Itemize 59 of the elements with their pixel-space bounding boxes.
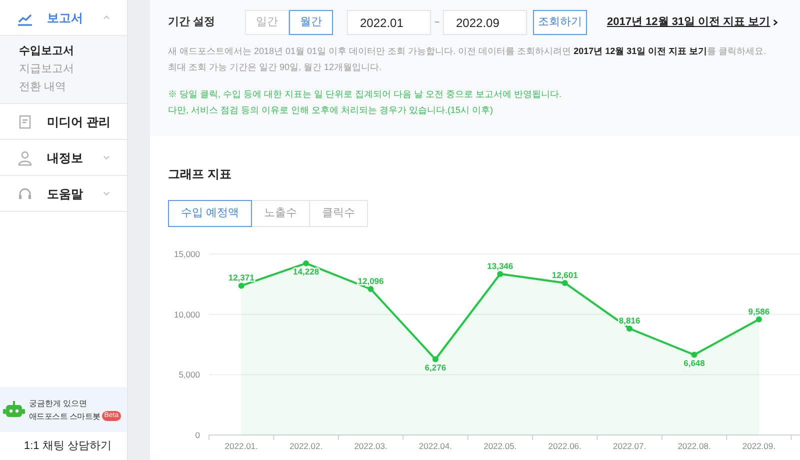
data-label: 12,601 (552, 270, 578, 280)
axis-label: 2022.04. (418, 441, 452, 451)
chevron-icon (103, 15, 110, 20)
sidebar-menu-item[interactable]: 미디어 관리 (0, 104, 127, 140)
start-date-field[interactable]: 2022.01 (347, 10, 431, 35)
data-label: 6,276 (424, 362, 446, 372)
data-point (562, 280, 568, 286)
data-label: 9,586 (748, 306, 770, 316)
person-icon (17, 150, 33, 166)
chevron-right-icon (773, 19, 778, 26)
section-title: 그래프 지표 (168, 167, 232, 182)
axis-label: 2022.07. (613, 441, 646, 451)
data-label: 13,346 (487, 260, 514, 271)
axis-label: 2022.01. (224, 441, 258, 451)
data-point (238, 282, 244, 289)
data-point (432, 356, 438, 362)
headset-icon (17, 186, 33, 202)
chart-tab[interactable]: 수입 예정액 (168, 200, 252, 227)
axis-label: 2022.02. (290, 441, 323, 451)
data-point (303, 260, 310, 266)
chat-button[interactable]: 1:1 채팅 상담하기 (0, 432, 127, 460)
data-label: 8,816 (618, 316, 640, 326)
data-point (368, 286, 374, 292)
data-label: 12,371 (228, 272, 254, 283)
notice-text: 다만, 서비스 점검 등의 이유로 인해 오후에 처리되는 경우가 있습니다.(15시 이후) (168, 104, 494, 117)
search-button[interactable]: 조회하기 (533, 10, 587, 35)
data-label: 14,228 (293, 266, 320, 276)
chevron-icon (103, 155, 110, 160)
data-point (691, 352, 698, 358)
chevron-icon (103, 191, 110, 196)
data-label: 12,096 (358, 276, 384, 286)
sidebar-menu-item[interactable]: 내정보 (0, 140, 127, 176)
data-label: 6,648 (684, 358, 705, 368)
sidebar-menu-item[interactable]: 도움말 (0, 176, 127, 212)
axis-label: 5,000 (178, 370, 200, 380)
axis-label: 2022.03. (354, 441, 388, 451)
axis-label: 2022.08. (678, 441, 711, 451)
robot-icon (3, 400, 25, 418)
chatbot-text: 애드포스트 스마트봇 (29, 410, 100, 422)
period-toggle[interactable]: 월간 (289, 10, 333, 35)
axis-label: 0 (195, 430, 200, 440)
data-point (626, 326, 633, 332)
axis-label: 2022.06. (548, 441, 582, 451)
data-point (497, 270, 504, 277)
document-icon (17, 114, 33, 130)
period-label: 기간 설정 (168, 15, 216, 30)
data-point (756, 316, 762, 322)
axis-label: 15,000 (174, 249, 200, 259)
end-date-field[interactable]: 2022.09 (443, 10, 527, 35)
old-report-link[interactable]: 2017년 12월 31일 이전 지표 보기 (607, 14, 770, 31)
range-separator: ~ (433, 16, 441, 29)
submenu-item[interactable]: 수입보고서 (19, 44, 127, 59)
notice-text: 최대 조회 가능 기간은 일간 90일, 월간 12개월입니다. (168, 61, 383, 74)
axis-label: 10,000 (174, 309, 200, 320)
chatbot-text: 궁금한게 있으면 (29, 398, 88, 408)
notice-text: ※ 당일 클릭, 수입 등에 대한 지표는 일 단위로 집계되어 다음 날 오전 중으로 보고서에 반영됩니다. (168, 88, 563, 101)
notice-text: 새 애드포스트에서는 2018년 01월 01일 이후 데이터만 조회 가능합니다. 이전 데이터를 조회하시려면 2017년 12월 31일 이전 지표 보기를 클릭하세요. (168, 45, 768, 58)
axis-label: 2022.05. (484, 441, 517, 451)
axis-label: 2022.09. (742, 441, 776, 451)
